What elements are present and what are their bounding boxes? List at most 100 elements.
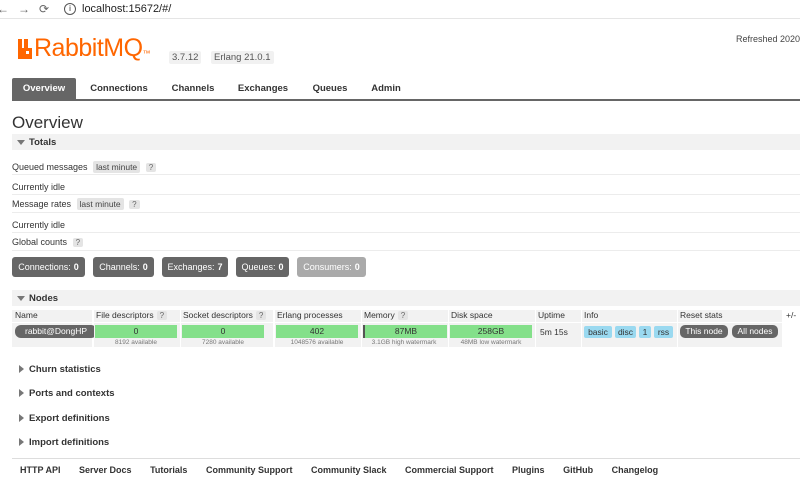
url-text[interactable]: localhost:15672/#/ [82,3,171,15]
help-icon[interactable]: ? [72,238,84,247]
tab-exchanges[interactable]: Exchanges [230,78,296,99]
footer-link-github[interactable]: GitHub [563,465,593,475]
help-icon[interactable]: ? [129,200,140,209]
count-value: 0 [73,262,79,272]
queued-range-select[interactable]: last minute [93,161,141,173]
header-label: Reset stats [680,310,723,320]
header-label: File descriptors [96,310,154,320]
connections-count-button[interactable]: Connections: 0 [12,257,85,277]
ep-available: 1048576 available [290,339,344,346]
footer-link-tutorials[interactable]: Tutorials [150,465,187,475]
header-label: Name [15,310,38,320]
ports-and-contexts-section[interactable]: Ports and contexts [12,385,800,401]
socket-descriptors-cell: 0 7280 available [181,323,273,347]
idle-text: Currently idle [12,220,66,230]
section-label[interactable]: Export definitions [29,413,110,424]
header-label: Uptime [538,310,565,320]
churn-statistics-section[interactable]: Churn statistics [12,361,800,377]
nodes-label[interactable]: Nodes [29,293,58,304]
help-icon[interactable]: ? [397,311,409,320]
section-label[interactable]: Import definitions [29,437,109,448]
uptime-cell: 5m 15s [536,323,581,347]
sd-bar: 0 [182,325,264,338]
idle-text: Currently idle [12,182,66,192]
info-tag-disc: disc [615,326,636,338]
columns-toggle[interactable]: +/- [784,310,800,322]
erlang-badge: Erlang 21.0.1 [211,51,274,64]
forward-icon[interactable]: → [18,2,30,16]
disk-space-cell: 258GB 48MB low watermark [449,323,535,347]
address-bar[interactable]: i localhost:15672/#/ [64,2,171,16]
reset-stats-cell: This node All nodes [678,323,782,347]
header-label: Socket descriptors [183,310,253,320]
footer-link-community-slack[interactable]: Community Slack [311,465,387,475]
reset-all-nodes-button[interactable]: All nodes [732,325,778,338]
back-icon[interactable]: ← [0,2,9,16]
memory-bar: 87MB [363,325,447,338]
tab-admin[interactable]: Admin [364,78,408,99]
refreshed-text[interactable]: Refreshed 2020 [736,34,800,44]
section-label[interactable]: Ports and contexts [29,388,115,399]
reload-icon[interactable]: ⟳ [39,2,49,16]
col-header-info: Info [582,310,677,322]
header-label: Disk space [451,310,493,320]
totals-section-header[interactable]: Totals [12,134,800,150]
header-label: Memory [364,310,395,320]
node-name-cell: rabbit@DongHP [12,323,97,347]
col-header-erlang-processes: Erlang processes [275,310,361,322]
exchanges-count-button[interactable]: Exchanges: 7 [162,257,228,277]
import-definitions-section[interactable]: Import definitions [12,434,800,450]
main-tabs: Overview Connections Channels Exchanges … [12,78,800,101]
help-icon[interactable]: ? [145,163,157,172]
node-name-link[interactable]: rabbit@DongHP [15,325,97,338]
consumers-count-button[interactable]: Consumers: 0 [297,257,366,277]
collapse-icon[interactable] [17,140,25,145]
footer-links: HTTP API Server Docs Tutorials Community… [20,465,674,475]
disk-bar: 258GB [450,325,532,338]
global-counts-label: Global counts [12,237,68,247]
footer-link-commercial-support[interactable]: Commercial Support [405,465,494,475]
totals-label[interactable]: Totals [29,137,56,148]
divider [12,250,800,251]
expand-icon[interactable] [19,365,24,373]
help-icon[interactable]: ? [255,311,267,320]
footer-divider [12,458,800,459]
count-label: Consumers: [303,262,352,272]
queues-count-button[interactable]: Queues: 0 [236,257,289,277]
divider [12,194,800,195]
memory-cell: 87MB 3.1GB high watermark [362,323,448,347]
page-title: Overview [12,113,83,132]
tab-overview[interactable]: Overview [12,78,76,99]
tab-connections[interactable]: Connections [84,78,154,99]
section-label[interactable]: Churn statistics [29,364,101,375]
count-value: 0 [142,262,148,272]
expand-icon[interactable] [19,438,24,446]
footer-link-changelog[interactable]: Changelog [612,465,659,475]
rabbitmq-logo[interactable]: RabbitMQ ™ [18,34,151,62]
footer-link-community-support[interactable]: Community Support [206,465,293,475]
message-rates-label: Message rates [12,199,72,209]
expand-icon[interactable] [19,389,24,397]
info-tag-basic: basic [584,326,612,338]
reset-this-node-button[interactable]: This node [680,325,728,338]
footer-link-server-docs[interactable]: Server Docs [79,465,132,475]
header-label[interactable]: +/- [786,310,796,320]
tab-channels[interactable]: Channels [162,78,224,99]
col-header-disk-space: Disk space [449,310,535,322]
header-label: Erlang processes [277,310,343,320]
help-icon[interactable]: ? [156,311,168,320]
channels-count-button[interactable]: Channels: 0 [93,257,154,277]
collapse-icon[interactable] [17,296,25,301]
memory-watermark: 3.1GB high watermark [371,339,437,346]
footer-link-plugins[interactable]: Plugins [512,465,545,475]
tab-queues[interactable]: Queues [306,78,354,99]
ep-bar: 402 [276,325,358,338]
col-header-memory: Memory? [362,310,448,322]
info-tag-rss: rss [654,326,673,338]
expand-icon[interactable] [19,414,24,422]
info-icon[interactable]: i [64,3,76,16]
nodes-section-header[interactable]: Nodes [12,290,800,306]
rates-range-select[interactable]: last minute [76,198,124,210]
export-definitions-section[interactable]: Export definitions [12,410,800,426]
footer-link-http-api[interactable]: HTTP API [20,465,61,475]
